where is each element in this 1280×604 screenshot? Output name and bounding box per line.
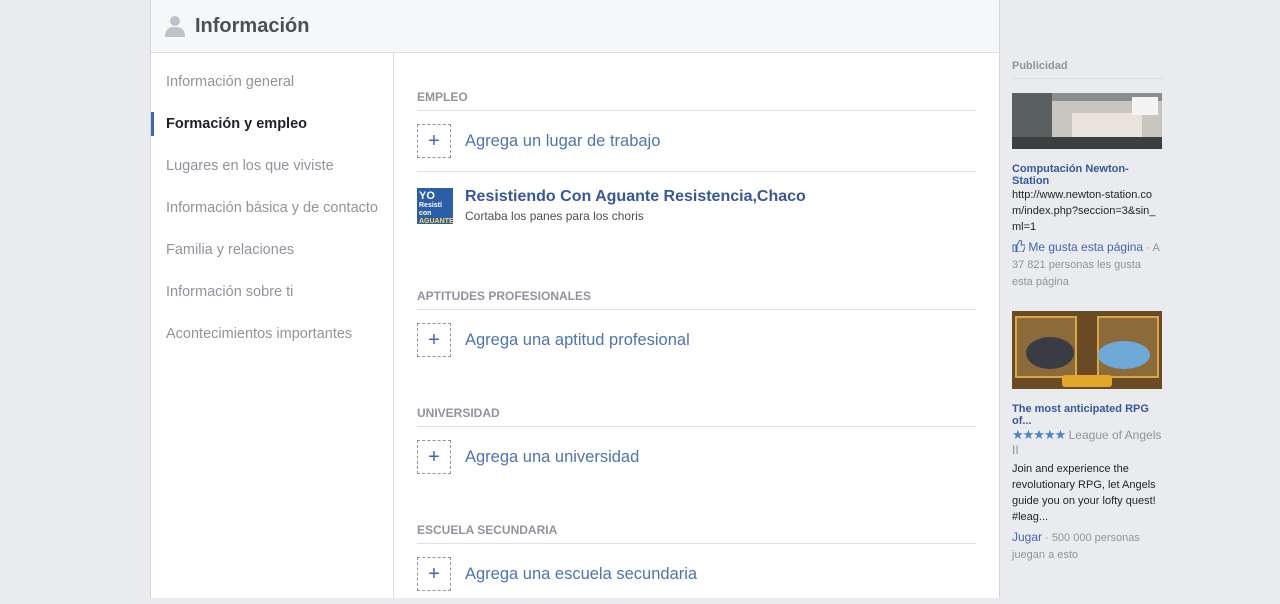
section-title-university: UNIVERSIDAD <box>417 406 976 427</box>
add-workplace-link[interactable]: Agrega un lugar de trabajo <box>465 132 660 151</box>
sidebar-item-family[interactable]: Familia y relaciones <box>151 229 393 271</box>
ad-newton-station[interactable]: Computación Newton-Station http://www.ne… <box>1012 93 1164 291</box>
job-item: YO Resistí con AGUANTE Resistiendo Con A… <box>417 171 976 241</box>
add-skill-row[interactable]: + Agrega una aptitud profesional <box>417 310 976 370</box>
section-work: EMPLEO + Agrega un lugar de trabajo YO R… <box>417 90 976 241</box>
section-skills: APTITUDES PROFESIONALES + Agrega una apt… <box>417 289 976 370</box>
play-link[interactable]: Jugar <box>1012 530 1042 544</box>
section-university: UNIVERSIDAD + Agrega una universidad <box>417 406 976 487</box>
sidebar-item-overview[interactable]: Información general <box>151 61 393 103</box>
ad-like-meta: Me gusta esta página · A 37 821 personas… <box>1012 239 1164 291</box>
add-skill-link[interactable]: Agrega una aptitud profesional <box>465 331 690 350</box>
ads-title: Publicidad <box>1012 60 1164 79</box>
ad-title-link[interactable]: The most anticipated RPG of... <box>1012 403 1164 427</box>
about-panel: Información Información general Formació… <box>150 0 1000 598</box>
section-title-work: EMPLEO <box>417 90 976 111</box>
add-university-link[interactable]: Agrega una universidad <box>465 448 639 467</box>
ad-rating-app: ★★★★★ League of Angels II <box>1012 427 1164 457</box>
logo-text: YO <box>419 190 435 202</box>
about-sidenav: Información general Formación y empleo L… <box>151 53 394 598</box>
sidebar-item-education-work[interactable]: Formación y empleo <box>151 103 393 145</box>
about-header: Información <box>151 0 999 53</box>
section-title-skills: APTITUDES PROFESIONALES <box>417 289 976 310</box>
ad-description: Join and experience the revolutionary RP… <box>1012 463 1156 523</box>
plus-icon[interactable]: + <box>417 124 451 158</box>
add-high-school-row[interactable]: + Agrega una escuela secundaria <box>417 544 976 604</box>
ad-title-link[interactable]: Computación Newton-Station <box>1012 163 1164 187</box>
ad-image-store[interactable] <box>1012 93 1162 149</box>
logo-text: Resistí con <box>419 202 442 217</box>
thumbs-up-icon <box>1012 239 1026 253</box>
add-university-row[interactable]: + Agrega una universidad <box>417 427 976 487</box>
ads-column: Publicidad Computación Newton-Station ht… <box>1012 60 1164 564</box>
add-high-school-link[interactable]: Agrega una escuela secundaria <box>465 565 697 584</box>
add-workplace-row[interactable]: + Agrega un lugar de trabajo <box>417 111 976 171</box>
sidebar-item-life-events[interactable]: Acontecimientos importantes <box>151 313 393 355</box>
ad-url: http://www.newton-station.com/index.php?… <box>1012 189 1156 233</box>
sidebar-item-contact-info[interactable]: Información básica y de contacto <box>151 187 393 229</box>
person-icon <box>165 16 185 37</box>
plus-icon[interactable]: + <box>417 323 451 357</box>
job-description: Cortaba los panes para los choris <box>465 209 644 223</box>
sidebar-item-about-you[interactable]: Información sobre ti <box>151 271 393 313</box>
about-content: EMPLEO + Agrega un lugar de trabajo YO R… <box>417 53 976 604</box>
job-title-link[interactable]: Resistiendo Con Aguante Resistencia,Chac… <box>465 188 806 206</box>
job-info: Resistiendo Con Aguante Resistencia,Chac… <box>465 188 806 223</box>
like-page-link[interactable]: Me gusta esta página <box>1012 239 1146 254</box>
like-page-label: Me gusta esta página <box>1028 240 1144 254</box>
ad-image-game[interactable] <box>1012 311 1162 389</box>
job-logo[interactable]: YO Resistí con AGUANTE <box>417 188 454 225</box>
page-title: Información <box>195 14 310 37</box>
plus-icon[interactable]: + <box>417 440 451 474</box>
logo-text: AGUANTE <box>419 218 454 225</box>
rating-stars-icon: ★★★★★ <box>1012 427 1066 442</box>
sidebar-item-places[interactable]: Lugares en los que viviste <box>151 145 393 187</box>
section-high-school: ESCUELA SECUNDARIA + Agrega una escuela … <box>417 523 976 604</box>
ad-league-of-angels[interactable]: The most anticipated RPG of... ★★★★★ Lea… <box>1012 311 1164 564</box>
ad-play-meta: Jugar · 500 000 personas juegan a esto <box>1012 529 1164 564</box>
plus-icon[interactable]: + <box>417 557 451 591</box>
section-title-high-school: ESCUELA SECUNDARIA <box>417 523 976 544</box>
